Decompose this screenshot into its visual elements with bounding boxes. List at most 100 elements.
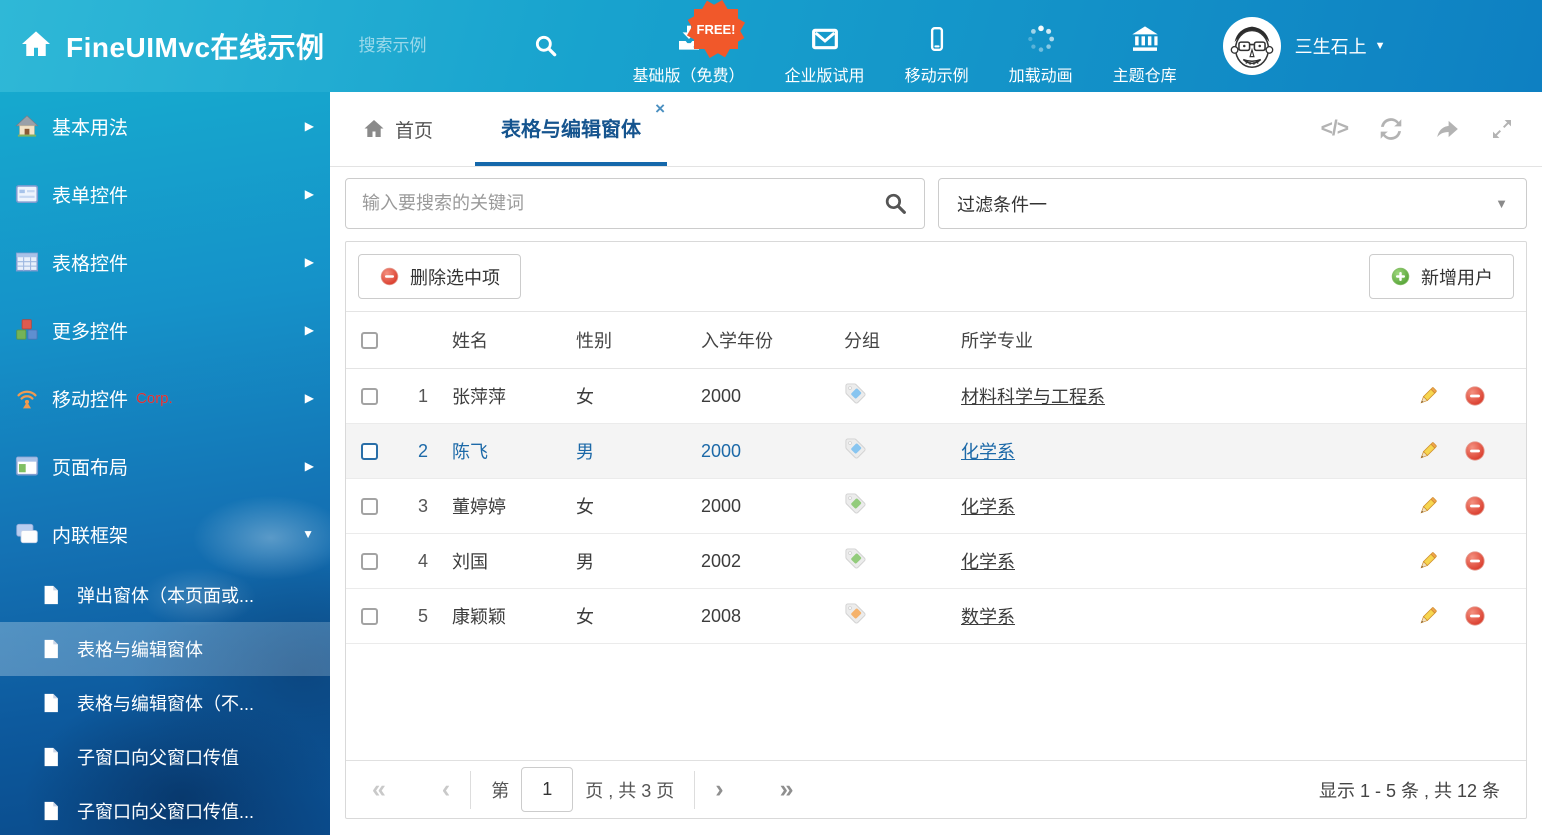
major-link[interactable]: 化学系 (961, 497, 1015, 517)
cell-gender: 女 (576, 493, 701, 519)
refresh-icon[interactable] (1378, 116, 1404, 142)
next-page-button[interactable]: › (715, 777, 723, 802)
cell-year: 2000 (701, 441, 844, 462)
tab-toolbar: </> (1321, 92, 1514, 166)
sidebar-item-iframe[interactable]: 内联框架 ▼ (0, 500, 330, 568)
sidebar-subitem-grid-edit-window[interactable]: 表格与编辑窗体 (0, 622, 330, 676)
user-name: 三生石上 (1295, 33, 1367, 59)
chevron-right-icon: ▶ (305, 255, 314, 269)
spinner-icon (1025, 21, 1057, 55)
nav-mobile-demo[interactable]: 移动示例 (905, 7, 969, 86)
table-row[interactable]: 4 刘国 男 2002 化学系 (346, 534, 1526, 589)
nav-label: 基础版（免费） (633, 62, 745, 86)
table-row[interactable]: 3 董婷婷 女 2000 化学系 (346, 479, 1526, 534)
tab-grid-edit-window[interactable]: 表格与编辑窗体 × (475, 92, 667, 166)
edit-pencil-icon[interactable] (1417, 440, 1439, 462)
delete-selected-button[interactable]: 删除选中项 (358, 254, 521, 299)
major-link[interactable]: 化学系 (961, 442, 1015, 462)
keyword-search-box[interactable] (345, 178, 925, 229)
major-link[interactable]: 数学系 (961, 607, 1015, 627)
sidebar-item-basic-usage[interactable]: 基本用法 ▶ (0, 92, 330, 160)
user-menu[interactable]: 三生石上 ▼ (1295, 33, 1386, 59)
delete-row-icon[interactable] (1464, 440, 1486, 462)
chevron-right-icon: ▶ (305, 119, 314, 133)
sidebar-subitem-label: 表格与编辑窗体 (77, 636, 203, 662)
row-checkbox[interactable] (361, 443, 378, 460)
col-header-major[interactable]: 所学专业 (961, 327, 1376, 353)
sidebar-subitem-child-to-parent[interactable]: 子窗口向父窗口传值 (0, 730, 330, 784)
edit-pencil-icon[interactable] (1417, 605, 1439, 627)
col-header-name[interactable]: 姓名 (452, 327, 576, 353)
col-header-gender[interactable]: 性别 (576, 327, 701, 353)
table-header-row: 姓名 性别 入学年份 分组 所学专业 (346, 311, 1526, 369)
table-row[interactable]: 1 张萍萍 女 2000 材料科学与工程系 (346, 369, 1526, 424)
edit-pencil-icon[interactable] (1417, 495, 1439, 517)
cell-group (844, 492, 961, 520)
edit-pencil-icon[interactable] (1417, 385, 1439, 407)
file-icon (40, 584, 62, 606)
row-checkbox[interactable] (361, 388, 378, 405)
page-number-input[interactable] (521, 767, 573, 812)
major-link[interactable]: 化学系 (961, 552, 1015, 572)
add-user-button[interactable]: 新增用户 (1369, 254, 1514, 299)
last-page-button[interactable]: » (780, 777, 794, 802)
nav-label: 移动示例 (905, 62, 969, 86)
cell-name: 董婷婷 (452, 493, 576, 519)
share-icon[interactable] (1434, 116, 1460, 142)
delete-row-icon[interactable] (1464, 385, 1486, 407)
keyword-search-input[interactable] (362, 193, 883, 214)
header-search[interactable] (359, 33, 559, 59)
col-header-year[interactable]: 入学年份 (701, 327, 844, 353)
cell-gender: 女 (576, 603, 701, 629)
sidebar-item-grid-controls[interactable]: 表格控件 ▶ (0, 228, 330, 296)
nav-loading-animation[interactable]: 加载动画 (1009, 7, 1073, 86)
cell-group (844, 382, 961, 410)
home-tab-icon (362, 117, 386, 141)
view-source-icon[interactable]: </> (1321, 117, 1348, 141)
delete-row-icon[interactable] (1464, 605, 1486, 627)
sidebar-item-form-controls[interactable]: 表单控件 ▶ (0, 160, 330, 228)
delete-row-icon[interactable] (1464, 550, 1486, 572)
row-checkbox[interactable] (361, 608, 378, 625)
sidebar-item-label: 更多控件 (52, 317, 128, 344)
edit-pencil-icon[interactable] (1417, 550, 1439, 572)
tab-bar: 首页 表格与编辑窗体 × </> (330, 92, 1542, 167)
row-checkbox[interactable] (361, 498, 378, 515)
sidebar-subitem-label: 子窗口向父窗口传值... (77, 798, 254, 824)
expand-icon[interactable] (1490, 117, 1514, 141)
avatar[interactable] (1223, 17, 1281, 75)
sidebar-subitem-popup-window[interactable]: 弹出窗体（本页面或... (0, 568, 330, 622)
select-all-checkbox[interactable] (361, 332, 378, 349)
delete-row-icon[interactable] (1464, 495, 1486, 517)
major-link[interactable]: 材料科学与工程系 (961, 387, 1105, 407)
cell-name: 刘国 (452, 548, 576, 574)
chevron-right-icon: ▶ (305, 187, 314, 201)
table-row[interactable]: 5 康颖颖 女 2008 数学系 (346, 589, 1526, 644)
tag-icon (844, 602, 867, 625)
header-search-input[interactable] (359, 36, 499, 56)
tab-close-icon[interactable]: × (655, 100, 665, 117)
row-number: 5 (392, 606, 452, 627)
app-home-icon[interactable] (20, 28, 52, 65)
nav-enterprise-trial[interactable]: 企业版试用 (785, 7, 865, 86)
filter-dropdown[interactable]: 过滤条件一 ▼ (938, 178, 1527, 229)
sidebar-item-mobile-controls[interactable]: 移动控件 Corp. ▶ (0, 364, 330, 432)
sidebar-subitem-grid-edit-window-2[interactable]: 表格与编辑窗体（不... (0, 676, 330, 730)
prev-page-button[interactable]: ‹ (442, 777, 450, 802)
col-header-group[interactable]: 分组 (844, 327, 961, 353)
sidebar-subitem-child-to-parent-2[interactable]: 子窗口向父窗口传值... (0, 784, 330, 835)
nav-theme-store[interactable]: 主题仓库 (1113, 7, 1177, 86)
plus-circle-icon (1390, 266, 1411, 287)
table-row[interactable]: 2 陈飞 男 2000 化学系 (346, 424, 1526, 479)
filter-caret-icon: ▼ (1495, 196, 1508, 211)
row-checkbox[interactable] (361, 553, 378, 570)
sidebar-item-more-controls[interactable]: 更多控件 ▶ (0, 296, 330, 364)
first-page-button[interactable]: « (372, 777, 386, 802)
tab-home[interactable]: 首页 (362, 92, 433, 166)
cell-name: 康颖颖 (452, 603, 576, 629)
sidebar-subitem-label: 表格与编辑窗体（不... (77, 690, 254, 716)
sidebar-item-label: 移动控件 (52, 385, 128, 412)
header-user[interactable]: 三生石上 ▼ (1223, 17, 1386, 75)
sidebar-item-page-layout[interactable]: 页面布局 ▶ (0, 432, 330, 500)
layout-icon (14, 453, 40, 479)
